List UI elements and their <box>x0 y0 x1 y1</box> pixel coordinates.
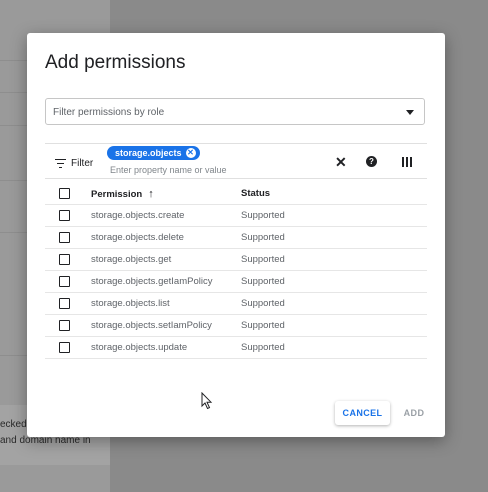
row-checkbox[interactable] <box>59 232 70 243</box>
background-text: ecked <box>0 419 27 430</box>
filter-label: Filter <box>71 157 94 169</box>
row-checkbox[interactable] <box>59 342 70 353</box>
row-checkbox[interactable] <box>59 254 70 265</box>
permission-status: Supported <box>241 270 427 293</box>
chip-remove-icon[interactable]: ✕ <box>185 148 196 158</box>
select-all-checkbox[interactable] <box>59 188 70 199</box>
permission-status: Supported <box>241 336 427 359</box>
permissions-table: Permission ↑ Status storage.objects.creat… <box>45 183 427 359</box>
help-icon[interactable]: ? <box>366 156 377 167</box>
column-header-label: Permission <box>91 188 143 200</box>
role-filter-select[interactable]: Filter permissions by role <box>45 98 425 125</box>
table-row[interactable]: storage.objects.getIamPolicy Supported <box>45 270 427 293</box>
mouse-cursor-icon <box>201 392 213 410</box>
filter-toolbar: Filter storage.objects ✕ ✕ ? <box>45 143 427 179</box>
table-row[interactable]: storage.objects.get Supported <box>45 248 427 271</box>
add-button[interactable]: ADD <box>399 401 429 425</box>
permission-status: Supported <box>241 248 427 271</box>
table-row[interactable]: storage.objects.setIamPolicy Supported <box>45 314 427 337</box>
table-row[interactable]: storage.objects.create Supported <box>45 204 427 227</box>
dropdown-caret-icon <box>406 110 414 115</box>
row-checkbox[interactable] <box>59 298 70 309</box>
sort-arrow-up-icon: ↑ <box>148 187 154 200</box>
permission-name: storage.objects.getIamPolicy <box>91 270 241 293</box>
dialog-title: Add permissions <box>45 52 186 73</box>
permission-name: storage.objects.create <box>91 204 241 227</box>
columns-icon[interactable] <box>402 157 412 167</box>
permission-status: Supported <box>241 204 427 227</box>
row-checkbox[interactable] <box>59 276 70 287</box>
cancel-button[interactable]: CANCEL <box>335 401 390 425</box>
row-checkbox[interactable] <box>59 210 70 221</box>
filter-button[interactable]: Filter <box>55 156 93 170</box>
table-row[interactable]: storage.objects.list Supported <box>45 292 427 315</box>
table-row[interactable]: storage.objects.delete Supported <box>45 226 427 249</box>
table-row[interactable]: storage.objects.update Supported <box>45 336 427 359</box>
role-filter-placeholder: Filter permissions by role <box>53 107 165 118</box>
permission-name: storage.objects.delete <box>91 226 241 249</box>
filter-chip[interactable]: storage.objects ✕ <box>107 146 200 160</box>
column-header-permission[interactable]: Permission ↑ <box>91 183 241 205</box>
add-permissions-dialog: Add permissions Filter permissions by ro… <box>27 33 445 437</box>
close-icon[interactable]: ✕ <box>335 155 347 169</box>
row-checkbox[interactable] <box>59 320 70 331</box>
filter-icon <box>55 158 66 168</box>
permission-status: Supported <box>241 226 427 249</box>
permission-status: Supported <box>241 314 427 337</box>
column-header-status[interactable]: Status <box>241 183 427 205</box>
filter-chip-label: storage.objects <box>115 148 182 158</box>
permission-name: storage.objects.update <box>91 336 241 359</box>
property-filter-input[interactable] <box>110 164 290 176</box>
table-header-row: Permission ↑ Status <box>45 183 427 205</box>
permission-name: storage.objects.setIamPolicy <box>91 314 241 337</box>
permission-status: Supported <box>241 292 427 315</box>
permission-name: storage.objects.list <box>91 292 241 315</box>
permission-name: storage.objects.get <box>91 248 241 271</box>
